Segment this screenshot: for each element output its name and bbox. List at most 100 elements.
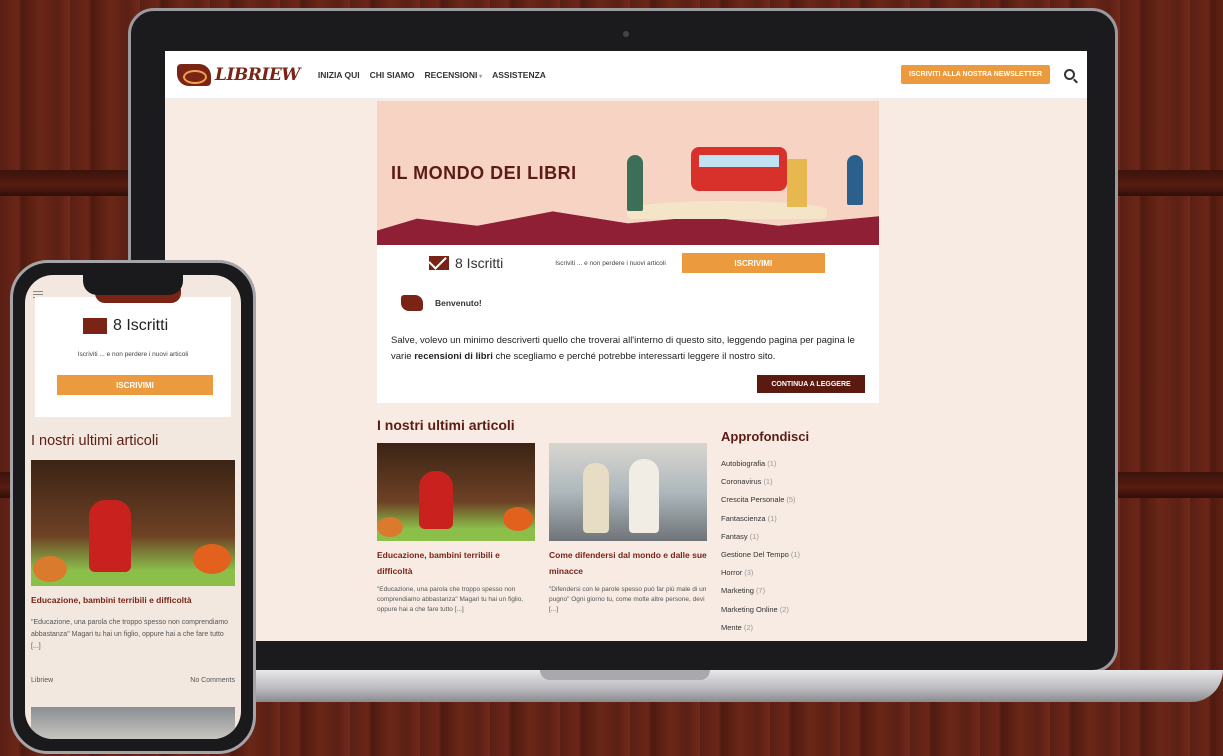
bus-illustration [691, 147, 787, 191]
logo-book-icon [177, 63, 211, 86]
woman-figure [629, 459, 659, 533]
category-count: (1) [767, 459, 777, 468]
chevron-down-icon: ▾ [477, 73, 483, 80]
category-item[interactable]: Horror (3) [721, 564, 881, 582]
category-name[interactable]: Marketing [721, 586, 754, 595]
article-title[interactable]: Educazione, bambini terribili e difficol… [377, 547, 535, 579]
envelope-icon [429, 256, 449, 270]
laptop-base [90, 670, 1223, 702]
woman-figure [583, 463, 609, 533]
category-name[interactable]: Crescita Personale [721, 495, 784, 504]
nav-item-assistenza[interactable]: ASSISTENZA [492, 70, 546, 80]
article-comments[interactable]: No Comments [190, 677, 235, 684]
subscribe-bar: 8 Iscritti Iscriviti ... e non perdere i… [377, 245, 879, 281]
article-card[interactable]: Educazione, bambini terribili e difficol… [377, 443, 535, 615]
hero-title: IL MONDO DEI LIBRI [391, 163, 577, 183]
article-author[interactable]: Libriew [31, 677, 53, 684]
category-name[interactable]: Autobiografia [721, 459, 765, 468]
article-image[interactable] [549, 443, 707, 541]
subscribe-text: Iscriviti ... e non perdere i nuovi arti… [555, 259, 666, 267]
category-name[interactable]: Gestione Del Tempo [721, 550, 789, 559]
welcome-box: Benvenuto! Salve, volevo un minimo descr… [377, 281, 879, 403]
continue-reading-button[interactable]: CONTINUA A LEGGERE [757, 375, 865, 393]
category-item[interactable]: Autobiografia (1) [721, 455, 881, 473]
hero-banner: IL MONDO DEI LIBRI [377, 101, 879, 245]
nav-item-chi-siamo[interactable]: CHI SIAMO [370, 70, 415, 80]
welcome-text-part: che scegliamo e perché potrebbe interess… [492, 351, 776, 362]
category-count: (2) [743, 622, 754, 632]
main-nav: INIZIA QUI CHI SIAMO RECENSIONI ▾ ASSIST… [318, 70, 546, 80]
category-count: (1) [767, 513, 777, 523]
welcome-text: Salve, volevo un minimo descriverti quel… [391, 333, 867, 365]
sidebar-title: Approfondisci [721, 429, 810, 444]
welcome-header: Benvenuto! [401, 295, 482, 311]
category-count: (1) [790, 549, 800, 559]
welcome-title: Benvenuto! [435, 298, 482, 308]
webcam [623, 31, 629, 37]
newsletter-button[interactable]: ISCRIVITI ALLA NOSTRA NEWSLETTER [901, 65, 1050, 84]
category-name[interactable]: Fantasy [721, 532, 748, 541]
category-count: (3) [744, 568, 754, 578]
category-item[interactable]: Marketing (7) [721, 582, 881, 600]
category-item[interactable]: Fantascienza (1) [721, 510, 881, 528]
category-count: (1) [749, 531, 759, 541]
article-title[interactable]: Come difendersi dal mondo e dalle sue mi… [549, 547, 707, 579]
category-name[interactable]: Mente [721, 623, 742, 632]
logo-text: LIBRIEW [215, 64, 300, 85]
article-excerpt: "Educazione, una parola che troppo spess… [377, 586, 524, 613]
search-icon[interactable] [1064, 69, 1075, 80]
subscribe-button[interactable]: ISCRIVIMI [681, 253, 825, 273]
phone-screen: 8 Iscritti Iscriviti ... e non perdere i… [25, 275, 241, 739]
phone-subscriber-count: 8 Iscritti [113, 317, 169, 334]
laptop: LIBRIEW INIZIA QUI CHI SIAMO RECENSIONI … [128, 8, 1118, 673]
site-header: LIBRIEW INIZIA QUI CHI SIAMO RECENSIONI … [165, 51, 1087, 99]
subscriber-count: 8 Iscritti [455, 255, 504, 271]
category-item[interactable]: Gestione Del Tempo (1) [721, 546, 881, 564]
category-list: Autobiografia (1) Coronavirus (1) Crescita… [721, 455, 881, 637]
article-card[interactable]: Come difendersi dal mondo e dalle sue mi… [549, 443, 707, 615]
laptop-hinge-notch [540, 670, 710, 680]
category-name[interactable]: Marketing Online [721, 605, 778, 614]
child-figure [419, 471, 453, 529]
phone-article-image[interactable] [31, 460, 235, 586]
pumpkin [33, 556, 67, 582]
laptop-screen: LIBRIEW INIZIA QUI CHI SIAMO RECENSIONI … [165, 51, 1087, 641]
smartphone: 8 Iscritti Iscriviti ... e non perdere i… [10, 260, 256, 754]
phone-article-title[interactable]: Educazione, bambini terribili e difficol… [31, 595, 192, 605]
pumpkin [193, 544, 231, 574]
category-item[interactable]: Marketing Online (2) [721, 601, 881, 619]
article-excerpt: "Difendersi con le parole spesso può far… [549, 586, 707, 613]
article-image[interactable] [377, 443, 535, 541]
child-figure [89, 500, 131, 572]
category-count: (1) [763, 477, 773, 487]
category-item[interactable]: Coronavirus (1) [721, 473, 881, 491]
nav-item-inizia-qui[interactable]: INIZIA QUI [318, 70, 360, 80]
nav-item-label: RECENSIONI [424, 69, 478, 80]
phone-subscribe-card: 8 Iscritti Iscriviti ... e non perdere i… [35, 297, 231, 417]
category-item[interactable]: Crescita Personale (5) [721, 491, 881, 509]
category-name[interactable]: Horror [721, 568, 742, 577]
nav-item-recensioni[interactable]: RECENSIONI ▾ [425, 70, 483, 80]
category-item[interactable]: Fantasy (1) [721, 528, 881, 546]
category-item[interactable]: Mente (2) [721, 619, 881, 637]
category-count: (7) [755, 586, 766, 596]
welcome-text-bold: recensioni di libri [414, 351, 493, 362]
phone-subscribe-text: Iscriviti ... e non perdere i nuovi arti… [77, 351, 189, 358]
phone-subscribe-button[interactable]: ISCRIVIMI [57, 375, 213, 395]
pumpkin [503, 507, 533, 531]
category-name[interactable]: Coronavirus [721, 477, 761, 486]
tower-illustration [787, 159, 807, 207]
category-count: (2) [779, 604, 789, 614]
pumpkin [377, 517, 403, 537]
category-count: (5) [786, 495, 796, 505]
logo-book-icon [401, 295, 423, 311]
envelope-icon [83, 318, 107, 334]
site-logo[interactable]: LIBRIEW [177, 63, 300, 86]
hiker-illustration [847, 155, 863, 205]
latest-articles-title: I nostri ultimi articoli [377, 417, 515, 433]
phone-article-meta: Libriew No Comments [31, 677, 235, 684]
phone-next-article-image[interactable] [31, 707, 235, 739]
category-name[interactable]: Fantascienza [721, 514, 766, 523]
phone-latest-articles-title: I nostri ultimi articoli [31, 433, 159, 449]
phone-article-excerpt: "Educazione, una parola che troppo spess… [31, 619, 229, 650]
